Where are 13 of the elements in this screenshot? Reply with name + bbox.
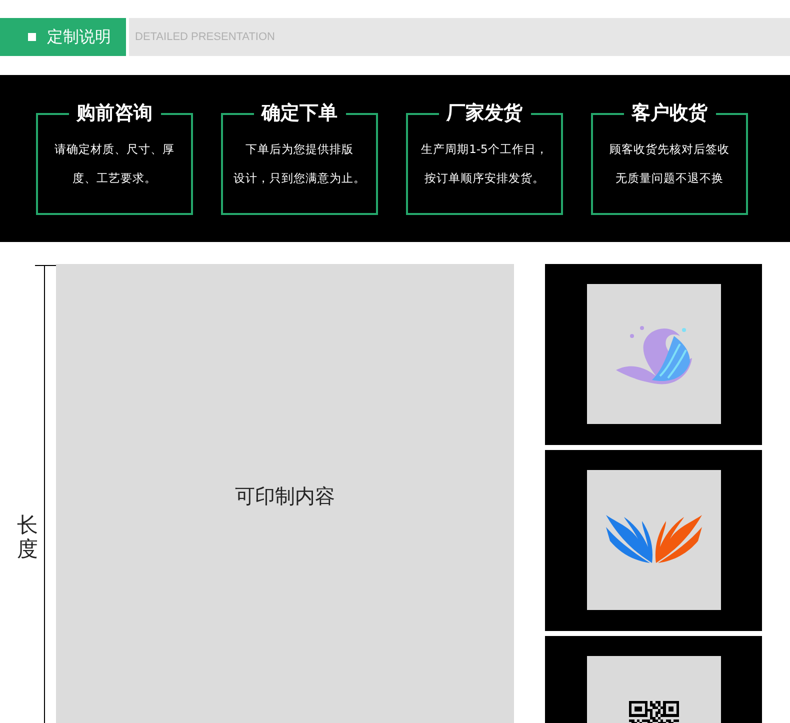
step-description: 顾客收货先核对后签收 无质量问题不退不换	[610, 141, 730, 187]
dimension-tick	[35, 265, 56, 266]
step-description: 生产周期1-5个工作日， 按订单顺序安排发货。	[421, 141, 548, 187]
step-title: 确定下单	[254, 101, 346, 125]
print-area-label: 可印制内容	[235, 482, 335, 510]
step-title: 购前咨询	[68, 101, 160, 125]
step-description: 下单后为您提供排版 设计，只到您满意为止。	[234, 141, 366, 187]
step-title: 客户收货	[624, 101, 716, 125]
dimension-label: 长度	[17, 514, 38, 561]
section-title: 定制说明	[47, 26, 111, 48]
step-description: 请确定材质、尺寸、厚 度、工艺要求。	[54, 141, 174, 187]
square-icon	[28, 33, 36, 41]
step-title: 厂家发货	[438, 101, 530, 125]
